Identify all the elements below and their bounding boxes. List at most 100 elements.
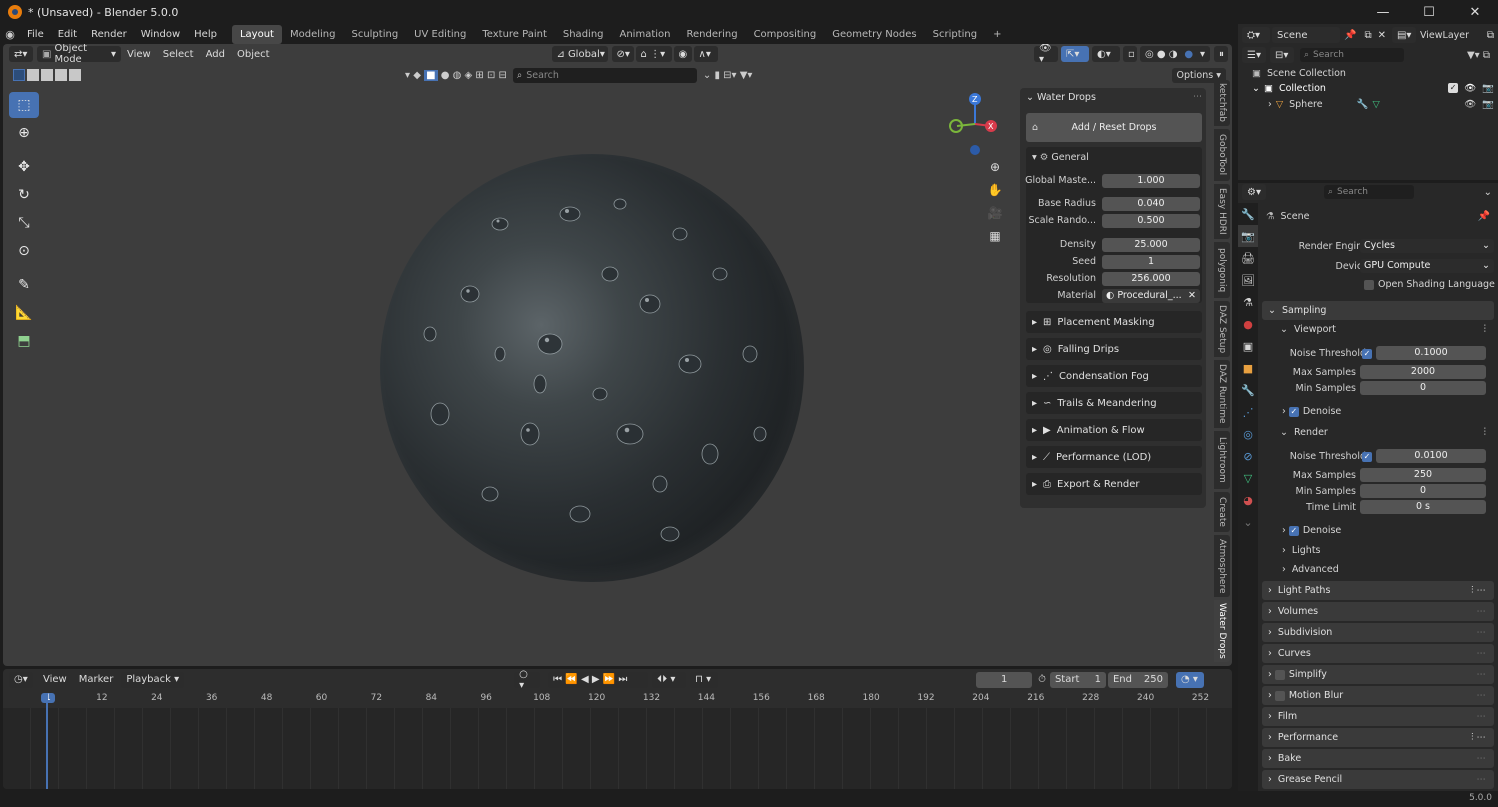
- tab-compositing[interactable]: Compositing: [746, 25, 825, 44]
- stopwatch-icon[interactable]: ⏱: [1038, 674, 1046, 685]
- tab-geometry-nodes[interactable]: Geometry Nodes: [824, 25, 924, 44]
- timeline-menu-view[interactable]: View: [37, 674, 73, 685]
- filter-icons[interactable]: ▾ ◆ ■ ● ◍ ◈ ⊞ ⊡ ⊟: [405, 69, 507, 81]
- close-button[interactable]: ✕: [1452, 0, 1498, 24]
- light-paths-section[interactable]: › Light Paths ⫶ ⋯: [1262, 581, 1494, 600]
- scale-random-field[interactable]: 0.500: [1102, 214, 1200, 228]
- timeline-editor[interactable]: ◷▾ View Marker Playback ▾ ○ ▾ ⏮ ⏪ ◀ ▶ ⏩ …: [3, 669, 1232, 789]
- minimize-button[interactable]: —: [1360, 0, 1406, 24]
- resolution-field[interactable]: 256.000: [1102, 272, 1200, 286]
- drag-handle-icon[interactable]: ⋯: [1193, 92, 1202, 102]
- physics-tab-icon[interactable]: ◎: [1238, 423, 1258, 445]
- menu-file[interactable]: File: [20, 24, 51, 45]
- add-workspace-button[interactable]: +: [985, 25, 1009, 44]
- r-max-samples-field[interactable]: 250: [1360, 468, 1486, 482]
- navigation-gizmo[interactable]: Z X: [943, 90, 1003, 156]
- tab-uv-editing[interactable]: UV Editing: [406, 25, 474, 44]
- vp-max-samples-field[interactable]: 2000: [1360, 365, 1486, 379]
- zoom-icon[interactable]: ⊕: [984, 156, 1006, 178]
- r-noise-threshold-field[interactable]: 0.0100: [1376, 449, 1486, 463]
- chevron-down-icon[interactable]: ⌄: [1484, 187, 1492, 198]
- auto-keying-icon[interactable]: ⊓ ▾: [690, 671, 719, 688]
- timeline-playback-dropdown[interactable]: Playback ▾: [121, 671, 185, 688]
- display-mode-icon[interactable]: ⊟▾: [1270, 47, 1294, 63]
- transform-tool-icon[interactable]: ⊙: [9, 238, 39, 264]
- keyframe-record-icon[interactable]: ○ ▾: [514, 669, 541, 691]
- tab-gobotool[interactable]: GoboTool: [1214, 129, 1230, 181]
- add-reset-drops-button[interactable]: ⌂ Add / Reset Drops: [1026, 113, 1202, 142]
- playhead[interactable]: [46, 693, 48, 789]
- lights-subsection[interactable]: › Lights: [1282, 545, 1321, 556]
- advanced-subsection[interactable]: › Advanced: [1282, 564, 1339, 575]
- section-animation-flow[interactable]: ▸ ▶ Animation & Flow: [1026, 419, 1202, 441]
- measure-tool-icon[interactable]: 📐: [9, 300, 39, 326]
- selection-mode-icons[interactable]: [13, 69, 81, 81]
- snap-icon[interactable]: ⌂ ⋮▾: [635, 46, 672, 62]
- filter-icon[interactable]: ▼▾ ⧉: [1467, 50, 1490, 61]
- editor-type-icon[interactable]: ⇄▾: [9, 46, 33, 62]
- material-field[interactable]: ◐ Procedural_... ✕: [1102, 289, 1200, 303]
- section-trails-meandering[interactable]: ▸ ∽ Trails & Meandering: [1026, 392, 1202, 414]
- density-field[interactable]: 25.000: [1102, 238, 1200, 252]
- tab-water-drops[interactable]: Water Drops: [1214, 600, 1230, 662]
- osl-checkbox[interactable]: Open Shading Language: [1364, 279, 1495, 290]
- viewlayer-icon[interactable]: ▤▾: [1391, 27, 1416, 43]
- base-radius-field[interactable]: 0.040: [1102, 197, 1200, 211]
- pin-icon[interactable]: 📌: [1478, 211, 1490, 222]
- pivot-icon[interactable]: ⊘▾: [611, 46, 634, 62]
- timeline-editor-type-icon[interactable]: ◷▾: [9, 671, 33, 688]
- sampling-section-header[interactable]: ⌄ Sampling: [1262, 301, 1494, 320]
- constraints-tab-icon[interactable]: ⊘: [1238, 445, 1258, 467]
- tab-rendering[interactable]: Rendering: [678, 25, 745, 44]
- blender-menu-icon[interactable]: ◉: [0, 28, 20, 41]
- camera-view-icon[interactable]: 🎥: [984, 202, 1006, 224]
- current-frame-field[interactable]: 1: [976, 671, 1033, 688]
- tab-daz-setup[interactable]: DAZ Setup: [1214, 301, 1230, 357]
- shading-mode-icons[interactable]: ◎ ● ◑ ● ▾: [1140, 46, 1210, 62]
- render-engine-dropdown[interactable]: Cycles ⌄: [1360, 239, 1494, 253]
- time-limit-field[interactable]: 0 s: [1360, 500, 1486, 514]
- bake-section[interactable]: › Bake ⋯: [1262, 749, 1494, 768]
- tab-atmosphere[interactable]: Atmosphere: [1214, 535, 1230, 597]
- render-subsection-header[interactable]: ⌄ Render: [1280, 427, 1328, 438]
- performance-section[interactable]: › Performance ⫶ ⋯: [1262, 728, 1494, 747]
- menu-view[interactable]: View: [121, 49, 157, 60]
- proportional-edit-icon[interactable]: ◉: [673, 46, 692, 62]
- global-master-field[interactable]: 1.000: [1102, 174, 1200, 188]
- properties-search-input[interactable]: ⌕ Search: [1324, 185, 1414, 199]
- output-tab-icon[interactable]: 🖨: [1238, 247, 1258, 269]
- menu-edit[interactable]: Edit: [51, 24, 84, 45]
- panel-title[interactable]: ⌄ Water Drops: [1026, 92, 1096, 103]
- tool-tab-icon[interactable]: 🔧: [1238, 203, 1258, 225]
- delete-scene-icon[interactable]: ✕: [1378, 30, 1386, 41]
- tab-create[interactable]: Create: [1214, 492, 1230, 532]
- viewport-subsection-header[interactable]: ⌄ Viewport: [1280, 324, 1336, 335]
- vp-min-samples-field[interactable]: 0: [1360, 381, 1486, 395]
- collection-tab-icon[interactable]: ▣: [1238, 335, 1258, 357]
- keyframe-jump-icons[interactable]: ⏴⏵ ▾: [652, 671, 687, 688]
- add-cube-tool-icon[interactable]: ⬒: [9, 328, 39, 354]
- material-tab-icon[interactable]: ◕: [1238, 489, 1258, 511]
- menu-select[interactable]: Select: [157, 49, 200, 60]
- menu-object[interactable]: Object: [231, 49, 276, 60]
- move-tool-icon[interactable]: ✥: [9, 154, 39, 180]
- tab-modeling[interactable]: Modeling: [282, 25, 344, 44]
- vp-noise-threshold-checkbox[interactable]: ✓: [1362, 349, 1372, 359]
- outliner-search-input[interactable]: ⌕ Search: [1300, 48, 1404, 62]
- r-denoise-row[interactable]: › ✓ Denoise: [1282, 525, 1341, 536]
- menu-help[interactable]: Help: [187, 24, 224, 45]
- world-tab-icon[interactable]: ●: [1238, 313, 1258, 335]
- rotate-tool-icon[interactable]: ↻: [9, 182, 39, 208]
- cursor-tool-icon[interactable]: ⊕: [9, 120, 39, 146]
- modifier-tab-icon[interactable]: 🔧: [1238, 379, 1258, 401]
- scene-collection-row[interactable]: ▣ Scene Collection: [1252, 68, 1346, 79]
- volumes-section[interactable]: › Volumes ⋯: [1262, 602, 1494, 621]
- overlay-icon[interactable]: ◐▾: [1092, 46, 1120, 62]
- section-placement-masking[interactable]: ▸ ⊞ Placement Masking: [1026, 311, 1202, 333]
- timeline-track-area[interactable]: [3, 708, 1232, 789]
- playback-controls[interactable]: ⏮ ⏪ ◀ ▶ ⏩ ⏭: [548, 671, 649, 688]
- general-header[interactable]: ▾ ⚙ General: [1032, 152, 1089, 163]
- preset-icon[interactable]: ⫶: [1484, 324, 1487, 335]
- menu-render[interactable]: Render: [84, 24, 134, 45]
- end-frame-field[interactable]: End 250: [1107, 671, 1168, 688]
